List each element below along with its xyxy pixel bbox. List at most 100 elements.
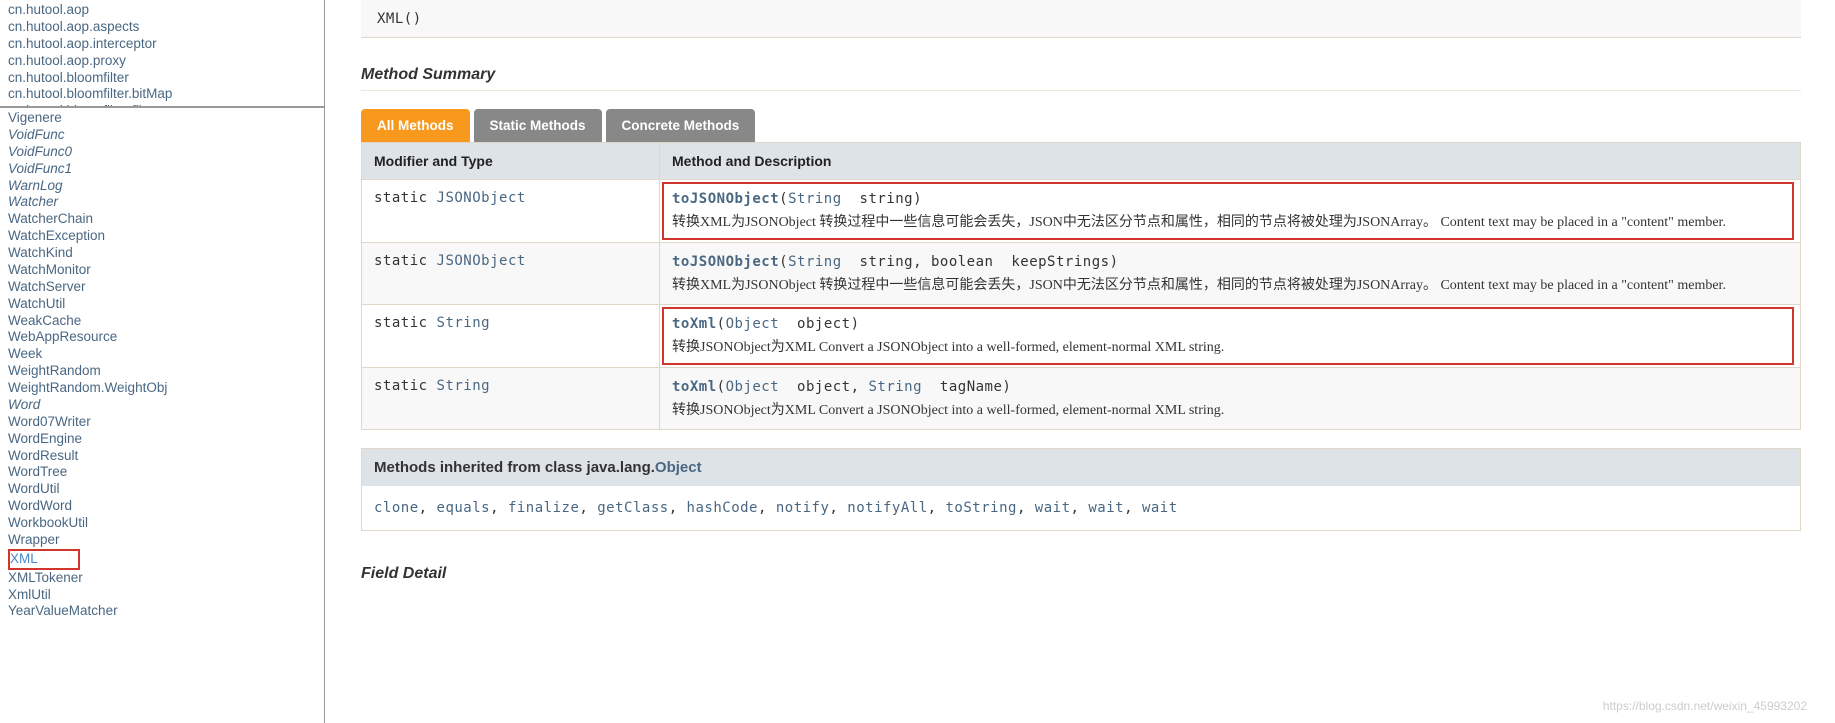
main-content[interactable]: XML() Method Summary All Methods Static …: [325, 0, 1835, 723]
method-signature: toJSONObject(String string, boolean keep…: [672, 254, 1119, 270]
class-list-frame[interactable]: VigenereVoidFuncVoidFunc0VoidFunc1WarnLo…: [0, 108, 324, 723]
tab-all-methods[interactable]: All Methods: [361, 109, 470, 142]
class-link[interactable]: WordWord: [8, 498, 316, 515]
class-link[interactable]: Vigenere: [8, 110, 316, 127]
package-link[interactable]: cn.hutool.bloomfilter: [8, 70, 316, 87]
inherited-method-link[interactable]: finalize: [508, 500, 579, 516]
tab-static-methods[interactable]: Static Methods: [474, 109, 602, 142]
class-link[interactable]: WarnLog: [8, 178, 316, 195]
inherited-method-link[interactable]: clone: [374, 500, 419, 516]
modifier-cell: static String: [362, 305, 660, 368]
class-link[interactable]: WeightRandom.WeightObj: [8, 380, 316, 397]
left-frames: cn.hutool.aopcn.hutool.aop.aspectscn.hut…: [0, 0, 325, 723]
class-link[interactable]: WatchServer: [8, 279, 316, 296]
class-link[interactable]: WeakCache: [8, 313, 316, 330]
class-link[interactable]: XMLTokener: [8, 570, 316, 587]
return-type-link[interactable]: String: [437, 378, 491, 394]
param-type-link[interactable]: String: [788, 254, 842, 270]
method-tabs: All Methods Static Methods Concrete Meth…: [361, 109, 1801, 142]
inherited-method-link[interactable]: getClass: [597, 500, 668, 516]
class-link[interactable]: WordUtil: [8, 481, 316, 498]
method-description: 转换JSONObject为XML Convert a JSONObject in…: [672, 401, 1788, 421]
modifier-cell: static JSONObject: [362, 180, 660, 243]
class-link[interactable]: XmlUtil: [8, 587, 316, 604]
class-link[interactable]: Word07Writer: [8, 414, 316, 431]
inherited-methods-box: Methods inherited from class java.lang.O…: [361, 448, 1801, 531]
method-signature: toJSONObject(String string): [672, 191, 922, 207]
method-signature: toXml(Object object): [672, 316, 860, 332]
class-link[interactable]: XML: [8, 549, 80, 570]
class-link[interactable]: Week: [8, 346, 316, 363]
class-link[interactable]: WordEngine: [8, 431, 316, 448]
method-summary-table: Modifier and Type Method and Description…: [361, 142, 1801, 430]
method-name-link[interactable]: toXml: [672, 379, 717, 395]
inherited-method-link[interactable]: toString: [946, 500, 1017, 516]
class-link[interactable]: WorkbookUtil: [8, 515, 316, 532]
class-link[interactable]: VoidFunc0: [8, 144, 316, 161]
return-type-link[interactable]: JSONObject: [437, 190, 526, 206]
inherited-method-link[interactable]: hashCode: [687, 500, 758, 516]
method-description: 转换XML为JSONObject 转换过程中一些信息可能会丢失，JSON中无法区…: [672, 213, 1788, 233]
package-link[interactable]: cn.hutool.bloomfilter.bitMap: [8, 86, 316, 103]
package-link[interactable]: cn.hutool.aop.proxy: [8, 53, 316, 70]
class-link[interactable]: WatchUtil: [8, 296, 316, 313]
method-name-link[interactable]: toXml: [672, 316, 717, 332]
package-link[interactable]: cn.hutool.aop.interceptor: [8, 36, 316, 53]
class-link[interactable]: VoidFunc: [8, 127, 316, 144]
class-link[interactable]: YearValueMatcher: [8, 603, 316, 620]
inherited-method-link[interactable]: wait: [1142, 500, 1178, 516]
method-name-link[interactable]: toJSONObject: [672, 254, 779, 270]
param-type-link[interactable]: Object: [726, 379, 780, 395]
class-link[interactable]: WeightRandom: [8, 363, 316, 380]
package-link[interactable]: cn.hutool.aop: [8, 2, 316, 19]
tab-concrete-methods[interactable]: Concrete Methods: [606, 109, 756, 142]
method-name-link[interactable]: toJSONObject: [672, 191, 779, 207]
field-detail-heading: Field Detail: [361, 565, 1801, 583]
package-list-frame[interactable]: cn.hutool.aopcn.hutool.aop.aspectscn.hut…: [0, 0, 324, 108]
package-link[interactable]: cn.hutool.aop.aspects: [8, 19, 316, 36]
class-link[interactable]: Wrapper: [8, 532, 316, 549]
modifier-cell: static JSONObject: [362, 242, 660, 305]
param-type-link[interactable]: Object: [726, 316, 780, 332]
constructor-signature: XML(): [377, 11, 422, 27]
return-type-link[interactable]: JSONObject: [437, 253, 526, 269]
method-cell: toXml(Object object) 转换JSONObject为XML Con…: [660, 305, 1801, 368]
method-signature: toXml(Object object, String tagName): [672, 379, 1011, 395]
class-link[interactable]: WordResult: [8, 448, 316, 465]
class-link[interactable]: WatcherChain: [8, 211, 316, 228]
class-link[interactable]: Word: [8, 397, 316, 414]
table-row: static String toXml(Object object) 转换JSONO…: [362, 305, 1801, 368]
inherited-method-link[interactable]: notifyAll: [847, 500, 927, 516]
return-type-link[interactable]: String: [437, 315, 491, 331]
method-cell: toJSONObject(String string, boolean keep…: [660, 242, 1801, 305]
inherited-prefix: Methods inherited from class java.lang.: [374, 459, 655, 476]
param-type-link[interactable]: String: [868, 379, 922, 395]
modifier-cell: static String: [362, 367, 660, 430]
class-link[interactable]: VoidFunc1: [8, 161, 316, 178]
method-cell: toJSONObject(String string) 转换XML为JSONObj…: [660, 180, 1801, 243]
class-link[interactable]: WebAppResource: [8, 329, 316, 346]
inherited-object-link[interactable]: Object: [655, 459, 702, 476]
table-row: static JSONObjecttoJSONObject(String str…: [362, 180, 1801, 243]
method-cell: toXml(Object object, String tagName) 转换JS…: [660, 367, 1801, 430]
param-type-link[interactable]: String: [788, 191, 842, 207]
class-link[interactable]: WatchException: [8, 228, 316, 245]
table-row: static JSONObject toJSONObject(String str…: [362, 242, 1801, 305]
table-row: static StringtoXml(Object object, String…: [362, 367, 1801, 430]
class-link[interactable]: WordTree: [8, 464, 316, 481]
method-description: 转换JSONObject为XML Convert a JSONObject in…: [672, 338, 1788, 358]
constructor-block: XML(): [361, 0, 1801, 38]
inherited-methods-title: Methods inherited from class java.lang.O…: [362, 449, 1800, 486]
inherited-method-link[interactable]: wait: [1088, 500, 1124, 516]
watermark-text: https://blog.csdn.net/weixin_45993202: [1603, 699, 1807, 713]
inherited-methods-list: clone, equals, finalize, getClass, hashC…: [362, 486, 1800, 530]
method-summary-heading: Method Summary: [361, 66, 1801, 91]
class-link[interactable]: WatchKind: [8, 245, 316, 262]
inherited-method-link[interactable]: equals: [437, 500, 491, 516]
class-link[interactable]: Watcher: [8, 194, 316, 211]
col-modifier: Modifier and Type: [362, 143, 660, 180]
method-description: 转换XML为JSONObject 转换过程中一些信息可能会丢失，JSON中无法区…: [672, 276, 1788, 296]
inherited-method-link[interactable]: notify: [776, 500, 830, 516]
inherited-method-link[interactable]: wait: [1035, 500, 1071, 516]
class-link[interactable]: WatchMonitor: [8, 262, 316, 279]
